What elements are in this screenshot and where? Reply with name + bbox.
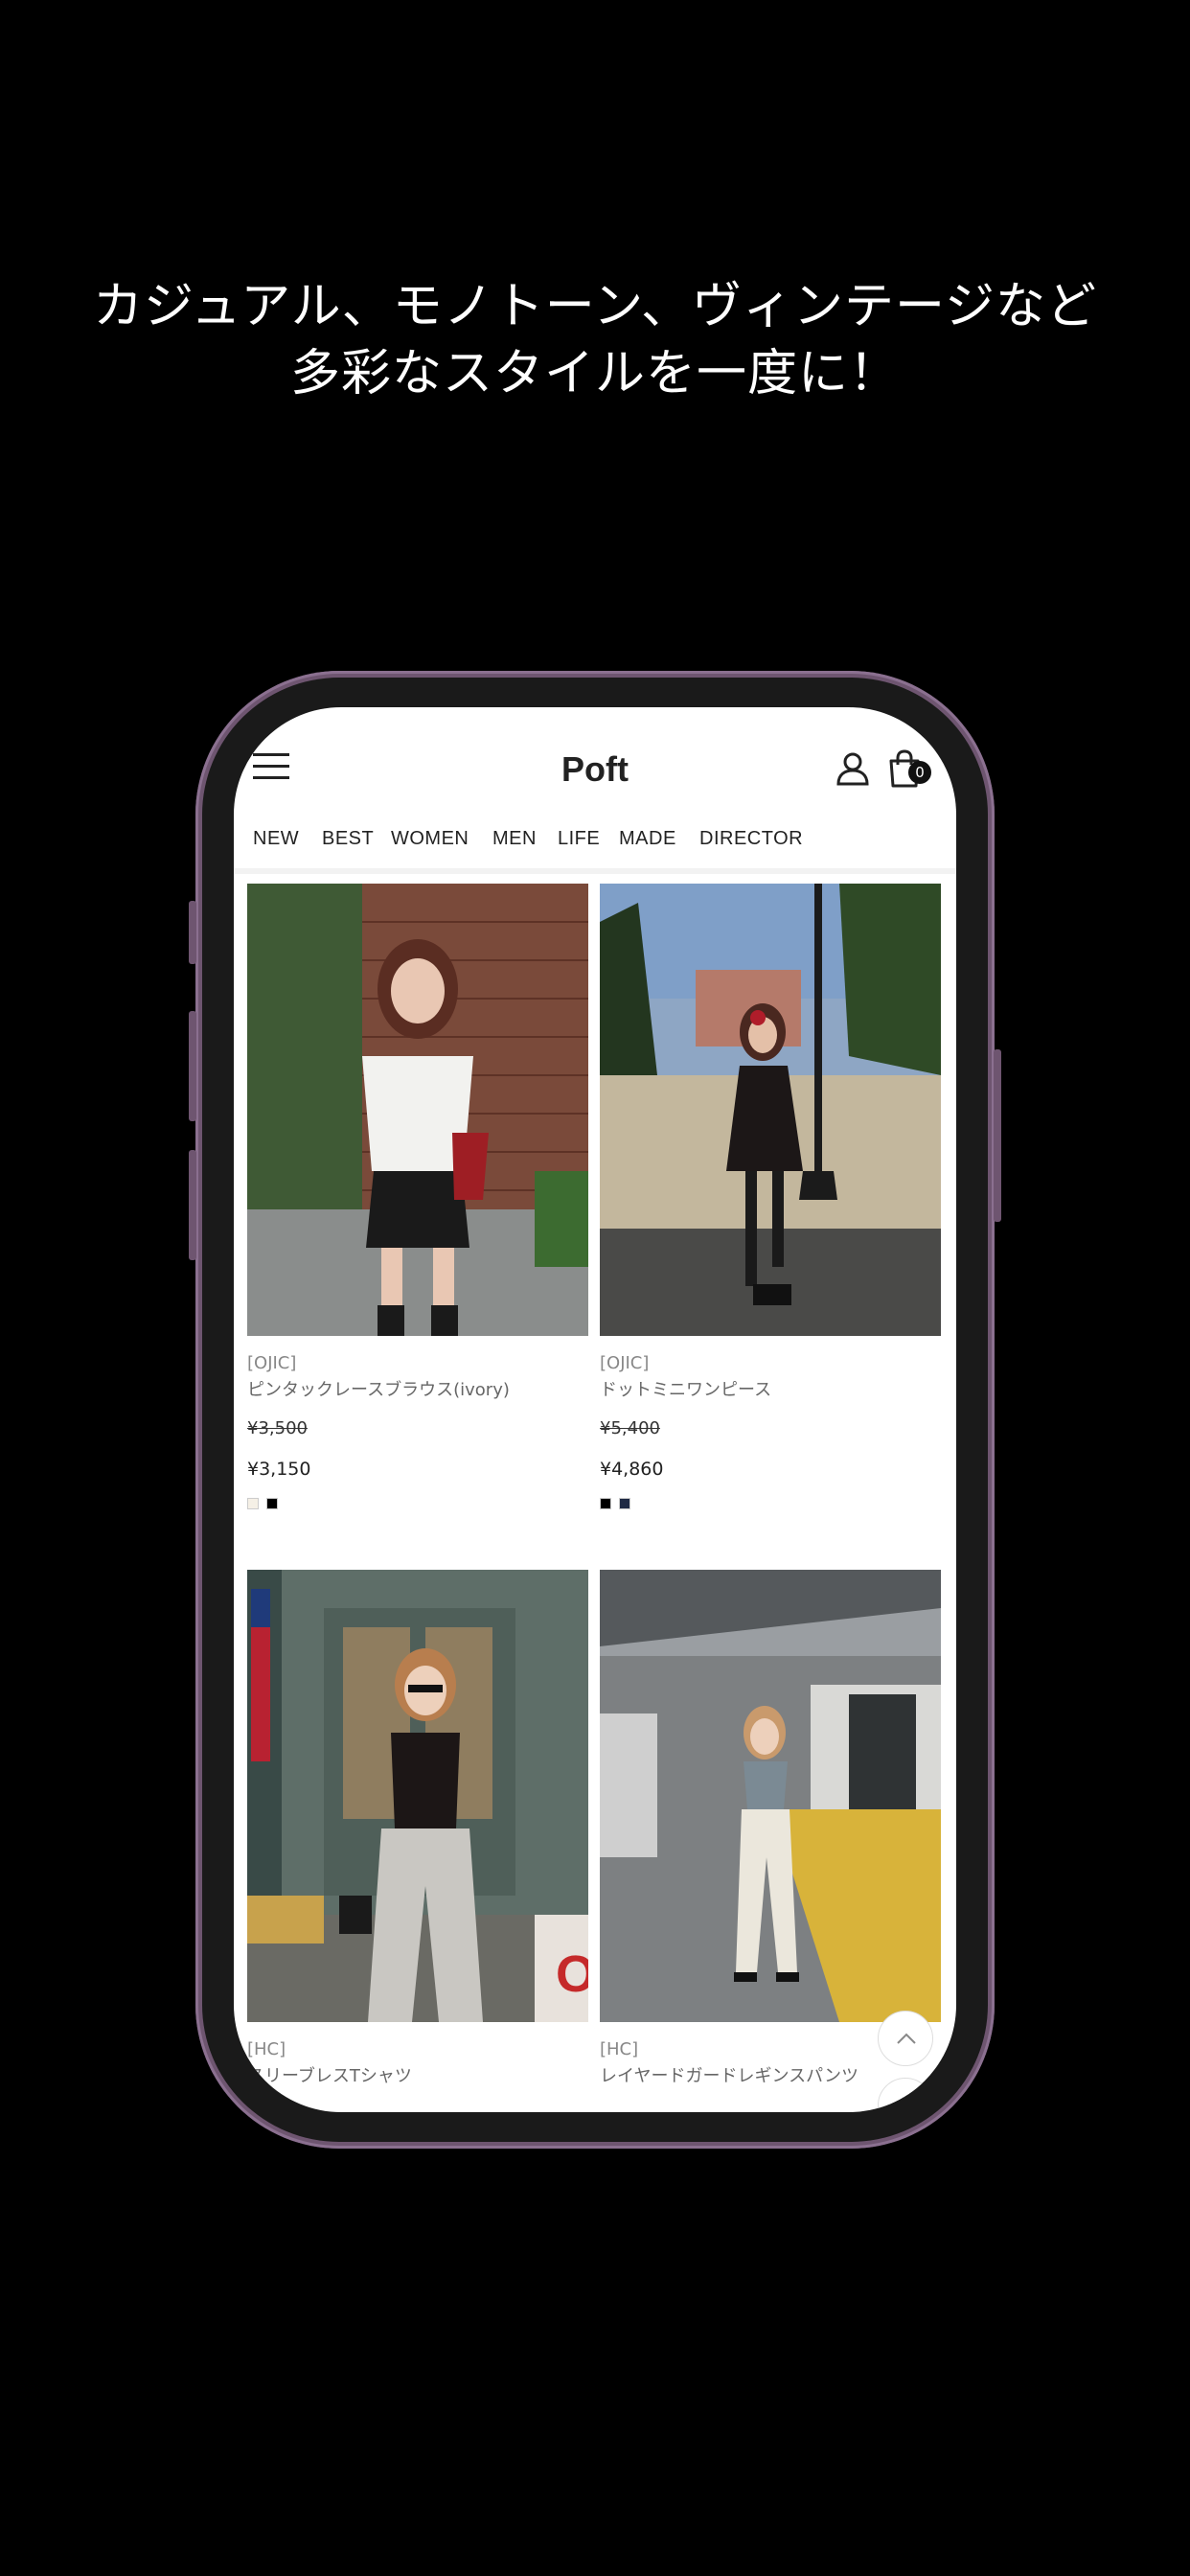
product-image[interactable] [247, 884, 588, 1336]
scroll-next-button[interactable] [878, 2078, 933, 2112]
color-swatch[interactable] [600, 1498, 611, 1509]
chevron-up-icon [897, 2033, 916, 2044]
phone-volume-down [189, 1150, 196, 1260]
scroll-to-top-button[interactable] [878, 2011, 933, 2066]
nav-item-director[interactable]: DIRECTOR [699, 828, 803, 850]
product-brand: [HC] [600, 2039, 639, 2059]
product-brand: [OJIC] [600, 1353, 650, 1373]
chevron-right-icon [902, 2097, 913, 2112]
headline-line-1: カジュアル、モノトーン、ヴィンテージなど [92, 278, 1098, 335]
nav-item-best[interactable]: BEST [322, 828, 374, 850]
phone-power-button [994, 1049, 1001, 1222]
product-card[interactable]: O [HC] スリーブレスTシャツ [247, 1570, 588, 2106]
nav-item-new[interactable]: NEW [253, 828, 299, 850]
nav-item-women[interactable]: WOMEN [391, 828, 469, 850]
product-image[interactable] [600, 1570, 941, 2022]
product-brand: [HC] [247, 2039, 286, 2059]
color-swatch[interactable] [247, 1498, 259, 1509]
product-card[interactable]: [OJIC] ドットミニワンピース ¥5,400 ¥4,860 [600, 884, 941, 1535]
product-sale-price: ¥4,860 [600, 1459, 664, 1480]
color-swatches [247, 1495, 281, 1509]
svg-text:O: O [556, 1945, 588, 2003]
headline-line-2: 多彩なスタイルを一度に！ [289, 345, 900, 402]
promo-headline: カジュアル、モノトーン、ヴィンテージなど 多彩なスタイルを一度に！ [0, 273, 1190, 407]
product-name[interactable]: レイヤードガードレギンスパンツ [600, 2062, 858, 2087]
product-image[interactable] [600, 884, 941, 1336]
color-swatches [600, 1495, 633, 1509]
product-name[interactable]: ピンタックレースブラウス(ivory) [247, 1376, 510, 1401]
phone-side-button [189, 901, 196, 964]
product-image[interactable]: O [247, 1570, 588, 2022]
nav-item-life[interactable]: LIFE [558, 828, 600, 850]
color-swatch[interactable] [619, 1498, 631, 1509]
product-original-price: ¥3,500 [247, 1418, 308, 1438]
product-original-price: ¥5,400 [600, 1418, 660, 1438]
product-brand: [OJIC] [247, 1353, 297, 1373]
nav-item-men[interactable]: MEN [492, 828, 537, 850]
color-swatch[interactable] [266, 1498, 279, 1509]
phone-volume-up [189, 1011, 196, 1121]
product-name[interactable]: スリーブレスTシャツ [247, 2062, 412, 2087]
nav-item-made[interactable]: MADE [619, 828, 676, 850]
product-name[interactable]: ドットミニワンピース [600, 1376, 771, 1401]
category-nav: NEW BEST WOMEN MEN LIFE MADE DIRECTOR [234, 813, 956, 874]
product-sale-price: ¥3,150 [247, 1459, 311, 1480]
app-screen: Poft 0 NEW BEST WOMEN MEN LIFE MADE DIRE… [234, 707, 956, 2112]
app-header: Poft 0 [234, 707, 956, 813]
cart-count-badge: 0 [908, 761, 931, 784]
product-card[interactable]: [OJIC] ピンタックレースブラウス(ivory) ¥3,500 ¥3,150 [247, 884, 588, 1535]
user-account-icon[interactable] [835, 751, 870, 786]
